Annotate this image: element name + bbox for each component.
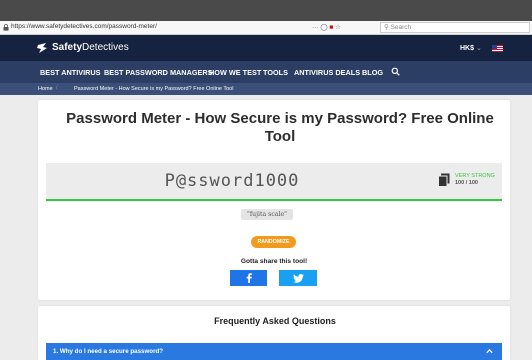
page-title: Password Meter - How Secure is my Passwo… <box>66 110 494 145</box>
logo-icon[interactable] <box>36 42 48 54</box>
nav-item-how-we-test[interactable]: HOW WE TEST <box>209 68 261 77</box>
logo-bold: Safety <box>52 42 83 53</box>
nav-item-antivirus-deals[interactable]: ANTIVIRUS DEALS <box>294 68 360 77</box>
search-icon: ⚲ <box>384 24 389 31</box>
url-field[interactable]: https://www.safetydetectives.com/passwor… <box>11 23 157 30</box>
browser-search-input[interactable]: ⚲ Search <box>380 22 530 33</box>
faq-title: Frequently Asked Questions <box>214 316 336 326</box>
strength-label: VERY STRONG <box>455 173 495 179</box>
randomize-button[interactable]: RANDOMIZE <box>251 236 296 248</box>
faq-question: 1. Why do I need a secure password? <box>53 348 164 355</box>
currency-label: HK$ <box>460 45 475 52</box>
twitter-icon <box>279 270 317 286</box>
breadcrumb-current: Password Meter - How Secure is my Passwo… <box>74 86 234 92</box>
lock-icon <box>3 24 9 31</box>
url-toolbar-icons: ··· ◯ ■ ☆ <box>312 23 341 31</box>
nav-item-best-password-managers[interactable]: BEST PASSWORD MANAGERS <box>104 68 213 77</box>
flag-icon[interactable]: ■ <box>329 24 333 31</box>
nav-item-best-antivirus[interactable]: BEST ANTIVIRUS <box>40 68 101 77</box>
breadcrumb-home[interactable]: Home <box>38 86 53 92</box>
chevron-up-icon[interactable] <box>486 348 493 354</box>
nav-item-blog[interactable]: BLOG <box>362 68 383 77</box>
os-title-bar <box>0 0 532 21</box>
copy-icon[interactable] <box>438 173 450 187</box>
share-label: Gotta share this tool! <box>240 258 308 265</box>
password-phrase-hint: "fujita scale" <box>241 209 293 220</box>
bookmark-star-icon[interactable]: ☆ <box>335 24 341 31</box>
search-icon[interactable] <box>391 67 400 76</box>
breadcrumb-separator-icon: / <box>56 85 58 91</box>
facebook-icon <box>230 270 267 286</box>
chevron-down-icon: ⌄ <box>475 45 482 52</box>
share-facebook-button[interactable] <box>230 270 267 286</box>
more-dots-icon[interactable]: ··· <box>312 24 319 31</box>
logo[interactable]: SafetyDetectives <box>52 42 129 53</box>
currency-selector[interactable]: HK$ ⌄ <box>460 44 482 52</box>
pocket-icon[interactable]: ◯ <box>320 24 327 31</box>
nav-item-tools[interactable]: TOOLS <box>263 68 288 77</box>
browser-toolbar: https://www.safetydetectives.com/passwor… <box>0 21 532 35</box>
us-flag-icon[interactable] <box>492 45 503 52</box>
password-input[interactable]: P@ssword1000 <box>46 171 418 191</box>
logo-light: Detectives <box>82 42 129 53</box>
strength-score: 100 / 100 <box>455 180 478 186</box>
share-twitter-button[interactable] <box>279 270 317 286</box>
search-placeholder: Search <box>390 24 412 31</box>
